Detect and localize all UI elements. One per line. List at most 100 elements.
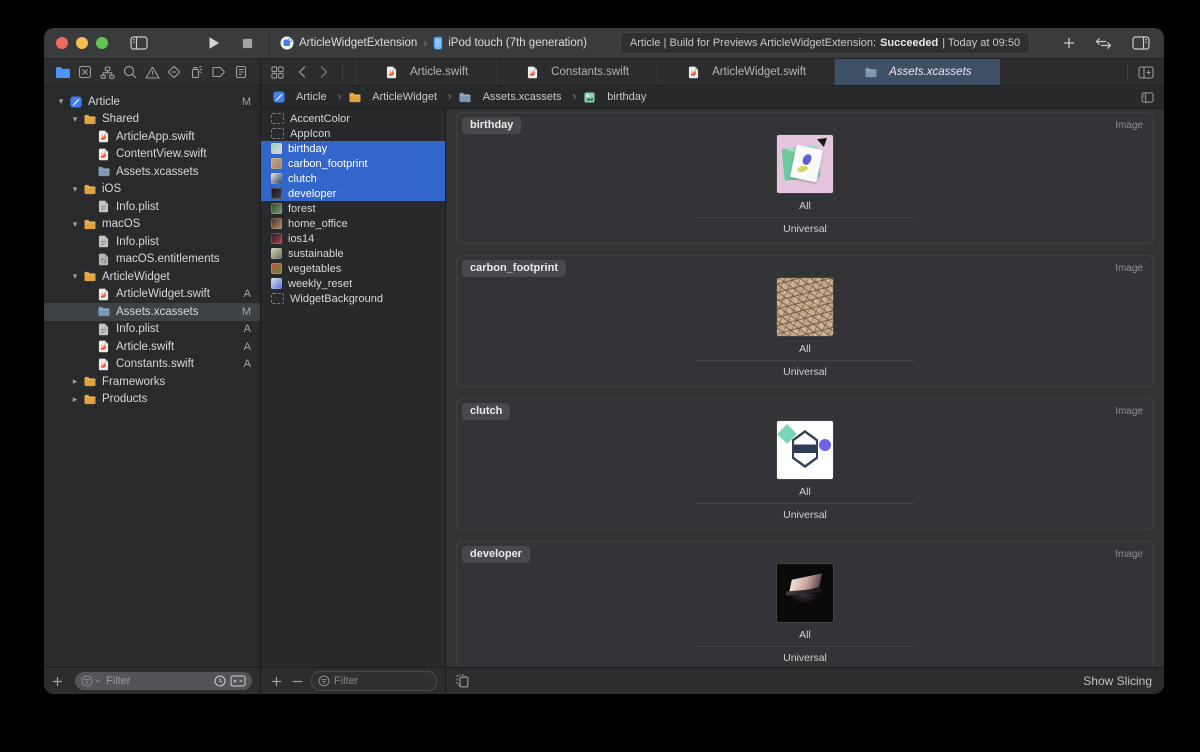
asset-item[interactable]: vegetables bbox=[261, 261, 445, 276]
zoom-button[interactable] bbox=[96, 37, 108, 49]
scm-status-filter-icon[interactable] bbox=[230, 675, 246, 687]
copy-icon[interactable] bbox=[456, 674, 469, 688]
asset-item[interactable]: forest bbox=[261, 201, 445, 216]
navigator-item[interactable]: Assets.xcassets M bbox=[44, 303, 260, 321]
scheme-device-label[interactable]: iPod touch (7th generation) bbox=[448, 37, 587, 49]
add-editor-icon[interactable] bbox=[1138, 66, 1154, 79]
asset-image-well[interactable] bbox=[777, 135, 833, 193]
asset-image-well[interactable] bbox=[777, 421, 833, 479]
navigator-item[interactable]: Info.plist A bbox=[44, 321, 260, 339]
navigator-item[interactable]: ArticleApp.swift bbox=[44, 128, 260, 146]
asset-name-chip[interactable]: clutch bbox=[462, 403, 510, 420]
run-button[interactable] bbox=[208, 36, 220, 50]
asset-item[interactable]: AppIcon bbox=[261, 126, 445, 141]
swap-arrows-icon[interactable] bbox=[1095, 37, 1112, 50]
scheme-selector[interactable]: ArticleWidgetExtension › iPod touch (7th… bbox=[280, 36, 587, 50]
navigator-item[interactable]: ▾ ArticleWidget bbox=[44, 268, 260, 286]
editor-tab[interactable]: Constants.swift bbox=[496, 59, 657, 85]
navigator-item[interactable]: Article.swift A bbox=[44, 338, 260, 356]
navigator-item[interactable]: ▾ Article M bbox=[44, 93, 260, 111]
asset-item[interactable]: developer bbox=[261, 186, 445, 201]
asset-item[interactable]: sustainable bbox=[261, 246, 445, 261]
source-control-icon[interactable] bbox=[76, 63, 94, 81]
disclosure-icon[interactable]: ▾ bbox=[54, 97, 68, 106]
tests-icon[interactable] bbox=[165, 63, 183, 81]
forward-button[interactable] bbox=[320, 66, 328, 78]
disclosure-icon[interactable]: ▾ bbox=[68, 220, 82, 229]
remove-asset-button[interactable] bbox=[292, 676, 303, 687]
asset-item[interactable]: AccentColor bbox=[261, 111, 445, 126]
asset-item-label: clutch bbox=[288, 173, 317, 185]
editor-tab[interactable]: ArticleWidget.swift bbox=[657, 59, 834, 85]
asset-item[interactable]: home_office bbox=[261, 216, 445, 231]
show-slicing-button[interactable]: Show Slicing bbox=[1083, 674, 1152, 688]
navigator-item[interactable]: Info.plist bbox=[44, 198, 260, 216]
navigator-item-label: ArticleWidget bbox=[102, 271, 170, 283]
navigator-item[interactable]: Constants.swift A bbox=[44, 356, 260, 374]
inspector-panel-icon[interactable] bbox=[1132, 36, 1150, 50]
breakpoints-icon[interactable] bbox=[210, 63, 228, 81]
add-asset-button[interactable] bbox=[271, 676, 282, 687]
disclosure-icon[interactable]: ▸ bbox=[68, 377, 82, 386]
disclosure-icon[interactable]: ▾ bbox=[68, 115, 82, 124]
editor-options-icon[interactable] bbox=[1141, 92, 1154, 103]
scheme-target-label[interactable]: ArticleWidgetExtension bbox=[299, 37, 417, 49]
navigator-item[interactable]: ▾ iOS bbox=[44, 181, 260, 199]
tab-divider bbox=[342, 64, 343, 80]
asset-item[interactable]: carbon_footprint bbox=[261, 156, 445, 171]
asset-item[interactable]: birthday bbox=[261, 141, 445, 156]
navigator-item[interactable]: ▾ macOS bbox=[44, 216, 260, 234]
activity-status[interactable]: Article | Build for Previews ArticleWidg… bbox=[620, 32, 1030, 54]
navigator-item[interactable]: ArticleWidget.swift A bbox=[44, 286, 260, 304]
asset-item[interactable]: clutch bbox=[261, 171, 445, 186]
issues-icon[interactable] bbox=[143, 63, 161, 81]
asset-name-chip[interactable]: carbon_footprint bbox=[462, 260, 566, 277]
breadcrumb-item[interactable]: Assets.xcassets › bbox=[458, 91, 583, 103]
navigator-item[interactable]: Assets.xcassets bbox=[44, 163, 260, 181]
navigator-item[interactable]: ▸ Products bbox=[44, 391, 260, 409]
asset-item[interactable]: weekly_reset bbox=[261, 276, 445, 291]
disclosure-icon[interactable]: ▸ bbox=[68, 395, 82, 404]
disclosure-icon[interactable]: ▾ bbox=[68, 185, 82, 194]
swift-file-icon bbox=[384, 66, 399, 79]
symbols-icon[interactable] bbox=[99, 63, 117, 81]
editor-tab[interactable]: Assets.xcassets bbox=[834, 59, 999, 85]
asset-filter-field[interactable]: Filter bbox=[311, 671, 437, 691]
asset-name-chip[interactable]: developer bbox=[462, 546, 530, 563]
find-icon[interactable] bbox=[121, 63, 139, 81]
breadcrumb-item[interactable]: Article › bbox=[271, 91, 347, 103]
back-button[interactable] bbox=[298, 66, 306, 78]
asset-name-chip[interactable]: birthday bbox=[462, 117, 521, 134]
project-navigator-icon[interactable] bbox=[54, 63, 72, 81]
recent-files-icon[interactable] bbox=[214, 675, 226, 687]
asset-image-well[interactable] bbox=[777, 278, 833, 336]
close-button[interactable] bbox=[56, 37, 68, 49]
navigator-item[interactable]: ContentView.swift bbox=[44, 146, 260, 164]
plist-file-icon bbox=[96, 235, 111, 248]
navigator-item[interactable]: ▸ Frameworks bbox=[44, 373, 260, 391]
minimize-button[interactable] bbox=[76, 37, 88, 49]
disclosure-icon[interactable]: ▾ bbox=[68, 272, 82, 281]
asset-thumbnail-icon bbox=[271, 188, 282, 199]
navigator-item[interactable]: Info.plist bbox=[44, 233, 260, 251]
filter-funnel-icon[interactable] bbox=[81, 675, 102, 687]
add-icon[interactable] bbox=[1063, 37, 1075, 49]
asset-image-well[interactable] bbox=[777, 564, 833, 622]
asset-item[interactable]: WidgetBackground bbox=[261, 291, 445, 306]
navigator-item-label: Article.swift bbox=[116, 341, 174, 353]
editor-tab[interactable]: Article.swift bbox=[355, 59, 496, 85]
asset-item[interactable]: ios14 bbox=[261, 231, 445, 246]
debug-icon[interactable] bbox=[188, 63, 206, 81]
asset-type-label: Image bbox=[1115, 263, 1143, 274]
tab-overview-icon[interactable] bbox=[271, 66, 284, 79]
navigator-item[interactable]: macOS.entitlements bbox=[44, 251, 260, 269]
asset-thumbnail-icon bbox=[271, 293, 284, 304]
breadcrumb-item[interactable]: ArticleWidget › bbox=[347, 91, 457, 103]
navigator-filter-field[interactable]: Filter bbox=[75, 672, 252, 690]
stop-button[interactable] bbox=[242, 38, 253, 49]
breadcrumb-item[interactable]: birthday › bbox=[582, 91, 646, 103]
navigator-item[interactable]: ▾ Shared bbox=[44, 111, 260, 129]
toggle-navigator-icon[interactable] bbox=[130, 36, 148, 50]
add-file-button[interactable] bbox=[52, 676, 63, 687]
reports-icon[interactable] bbox=[232, 63, 250, 81]
